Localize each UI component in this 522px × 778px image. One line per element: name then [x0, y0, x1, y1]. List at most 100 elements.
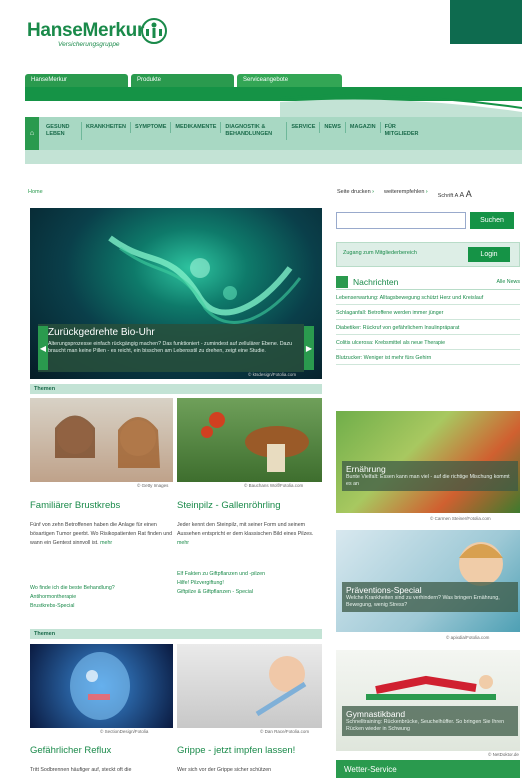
nav-news[interactable]: NEWS	[320, 122, 346, 133]
brand-tagline: Versicherungsgruppe	[58, 41, 120, 48]
news-icon	[336, 275, 348, 288]
news-title: Nachrichten	[353, 276, 399, 287]
nav-service[interactable]: SERVICE	[287, 122, 321, 133]
search-input[interactable]	[336, 212, 466, 229]
themen-heading-2: Themen	[30, 629, 322, 639]
tile-caption: Gymnastikband Schnelltraining: Rückenbrü…	[342, 706, 518, 736]
search-button[interactable]: Suchen	[470, 212, 514, 229]
portrait-illustration	[55, 415, 160, 468]
nav-medikamente[interactable]: MEDIKAMENTE	[171, 122, 222, 133]
article-text-steinpilz: Jeder kennt den Steinpilz, mit seiner Fo…	[177, 522, 314, 546]
tile-caption: Präventions-Special Welche Krankheiten s…	[342, 582, 518, 612]
article-text-reflux: Tritt Sodbrennen häufiger auf, steckt of…	[30, 767, 132, 773]
login-button[interactable]: Login	[468, 247, 510, 262]
page-tools: Seite drucken › weiterempfehlen › Schrif…	[337, 189, 472, 199]
nav-magazin[interactable]: MAGAZIN	[346, 122, 381, 133]
tab-hansemerkur[interactable]: HanseMerkur	[25, 74, 128, 88]
tile-credit: © NetDoktor.de	[488, 752, 519, 757]
tile-credit: © Carmen Steiner/Fotolia.com	[430, 516, 491, 521]
font-medium-button[interactable]: A	[459, 192, 464, 199]
link-giftpflanzen-fakten[interactable]: Elf Fakten zu Giftpflanzen und -pilzen	[177, 570, 322, 579]
all-news-link[interactable]: Alle News	[496, 279, 520, 285]
tile-title: Präventions-Special	[346, 585, 422, 595]
brand-logo-icon	[141, 18, 167, 44]
more-link[interactable]: mehr	[100, 540, 112, 546]
font-small-button[interactable]: A	[455, 193, 458, 199]
font-size-control: Schrift A A A	[437, 189, 472, 199]
tile-ernaehrung[interactable]: Ernährung Bunte Vielfalt: Essen kann man…	[336, 411, 520, 513]
article-links-steinpilz: Elf Fakten zu Giftpflanzen und -pilzen H…	[177, 570, 322, 597]
news-header: Nachrichten Alle News	[336, 274, 520, 290]
breadcrumb[interactable]: Home	[28, 189, 43, 195]
weather-service-title: Wetter-Service	[344, 764, 397, 774]
header-wave-decoration	[280, 94, 522, 120]
article-image-reflux[interactable]	[30, 644, 173, 728]
link-behandlung[interactable]: Wo finde ich die beste Behandlung?	[30, 584, 175, 593]
mushroom-illustration	[201, 412, 309, 472]
more-link[interactable]: mehr	[177, 540, 189, 546]
article-image-brustkrebs[interactable]	[30, 398, 173, 482]
link-pilzvergiftung[interactable]: Hilfe! Pilzvergiftung!	[177, 579, 322, 588]
tile-title: Gymnastikband	[346, 709, 406, 719]
tile-caption: Ernährung Bunte Vielfalt: Essen kann man…	[342, 461, 518, 491]
tile-text: Welche Krankheiten sind zu verhindern? W…	[346, 595, 500, 608]
recommend-link[interactable]: weiterempfehlen ›	[384, 189, 428, 199]
hero-title[interactable]: Zurückgedrehte Bio-Uhr	[48, 327, 155, 338]
credit-article-1: © Getty Images	[137, 483, 169, 488]
article-text-grippe: Wer sich vor der Grippe sicher schützen	[177, 767, 272, 773]
news-item[interactable]: Lebenserwartung: Alltagsbewegung schützt…	[336, 292, 520, 305]
link-brustkrebs-special[interactable]: Brustkrebs-Special	[30, 602, 175, 611]
nav-gesund-leben[interactable]: GESUND LEBEN	[42, 122, 82, 140]
top-navigation: HanseMerkur Produkte Serviceangebote	[25, 74, 345, 88]
header-corner-block	[450, 0, 522, 44]
tile-text: Schnelltraining: Rückenbrücke, Seuchelhü…	[346, 719, 505, 732]
print-link[interactable]: Seite drucken ›	[337, 189, 374, 199]
hero-prev-button[interactable]: ◀	[38, 326, 48, 370]
member-login-label[interactable]: Zugang zum Mitgliederbereich	[343, 250, 417, 256]
exercise-illustration	[366, 675, 496, 700]
news-item[interactable]: Colitis ulcerosa: Krebsmittel als neue T…	[336, 337, 520, 350]
article-image-steinpilz[interactable]	[177, 398, 322, 482]
hero-credit: © ktsdesign/Fotolia.com	[248, 372, 297, 377]
nav-fuer-mitglieder[interactable]: FÜR MITGLIEDER	[381, 122, 425, 140]
credit-article-2: © Bauchans Wolf/Fotolia.com	[244, 483, 304, 488]
link-giftpilze-special[interactable]: Giftpilze & Giftpflanzen - Special	[177, 588, 322, 597]
tile-credit: © apixdia/Fotolia.com	[446, 635, 490, 640]
member-login-box: Zugang zum Mitgliederbereich Login	[336, 242, 520, 267]
article-title-reflux[interactable]: Gefährlicher Reflux	[30, 745, 111, 756]
main-navigation: ⌂ GESUND LEBEN KRANKHEITEN SYMPTOME MEDI…	[25, 117, 522, 150]
news-item[interactable]: Blutzucker: Weniger ist mehr fürs Gehirn	[336, 352, 520, 365]
weather-service-header[interactable]: Wetter-Service	[336, 760, 520, 778]
news-box: Nachrichten Alle News Lebenserwartung: A…	[336, 274, 520, 365]
credit-article-3: © SectionDesign/Fotolia	[100, 729, 149, 734]
link-antihormontherapie[interactable]: Antihormontherapie	[30, 593, 175, 602]
article-image-grippe[interactable]	[177, 644, 322, 728]
font-large-button[interactable]: A	[466, 189, 472, 199]
tile-praevention[interactable]: Präventions-Special Welche Krankheiten s…	[336, 530, 520, 632]
article-links-brustkrebs: Wo finde ich die beste Behandlung? Antih…	[30, 584, 175, 611]
vaccination-illustration	[255, 656, 307, 717]
nav-symptome[interactable]: SYMPTOME	[131, 122, 172, 133]
tab-serviceangebote[interactable]: Serviceangebote	[237, 74, 342, 88]
hero-teaser[interactable]: Zurückgedrehte Bio-Uhr Alterungsprozesse…	[30, 208, 322, 379]
article-title-brustkrebs[interactable]: Familiärer Brustkrebs	[30, 500, 120, 511]
hero-next-button[interactable]: ▶	[304, 326, 314, 370]
themen-heading-1: Themen	[30, 384, 322, 394]
tile-text: Bunte Vielfalt: Essen kann man viel - au…	[346, 474, 510, 487]
credit-article-4: © Dan Race/Fotolia.com	[260, 729, 310, 734]
news-item[interactable]: Schlaganfall: Betroffene werden immer jü…	[336, 307, 520, 320]
nav-krankheiten[interactable]: KRANKHEITEN	[82, 122, 132, 133]
article-title-steinpilz[interactable]: Steinpilz - Gallenröhrling	[177, 500, 281, 511]
news-item[interactable]: Diabetiker: Rückruf von gefährlichem Ins…	[336, 322, 520, 335]
tab-produkte[interactable]: Produkte	[131, 74, 234, 88]
home-icon[interactable]: ⌂	[25, 117, 39, 150]
xray-head-illustration	[70, 652, 130, 720]
brand-logo[interactable]: HanseMerkur	[27, 20, 144, 42]
article-title-grippe[interactable]: Grippe - jetzt impfen lassen!	[177, 745, 295, 756]
hero-caption: Zurückgedrehte Bio-Uhr Alterungsprozesse…	[38, 324, 304, 372]
nav-diagnostik[interactable]: DIAGNOSTIK & BEHANDLUNGEN	[221, 122, 288, 140]
article-text-brustkrebs: Fünf von zehn Betroffenen haben die Anla…	[30, 522, 173, 546]
sub-navigation-bar	[25, 150, 522, 164]
hero-text: Alterungsprozesse einfach rückgängig mac…	[48, 341, 293, 354]
tile-gymnastikband[interactable]: Gymnastikband Schnelltraining: Rückenbrü…	[336, 650, 520, 751]
